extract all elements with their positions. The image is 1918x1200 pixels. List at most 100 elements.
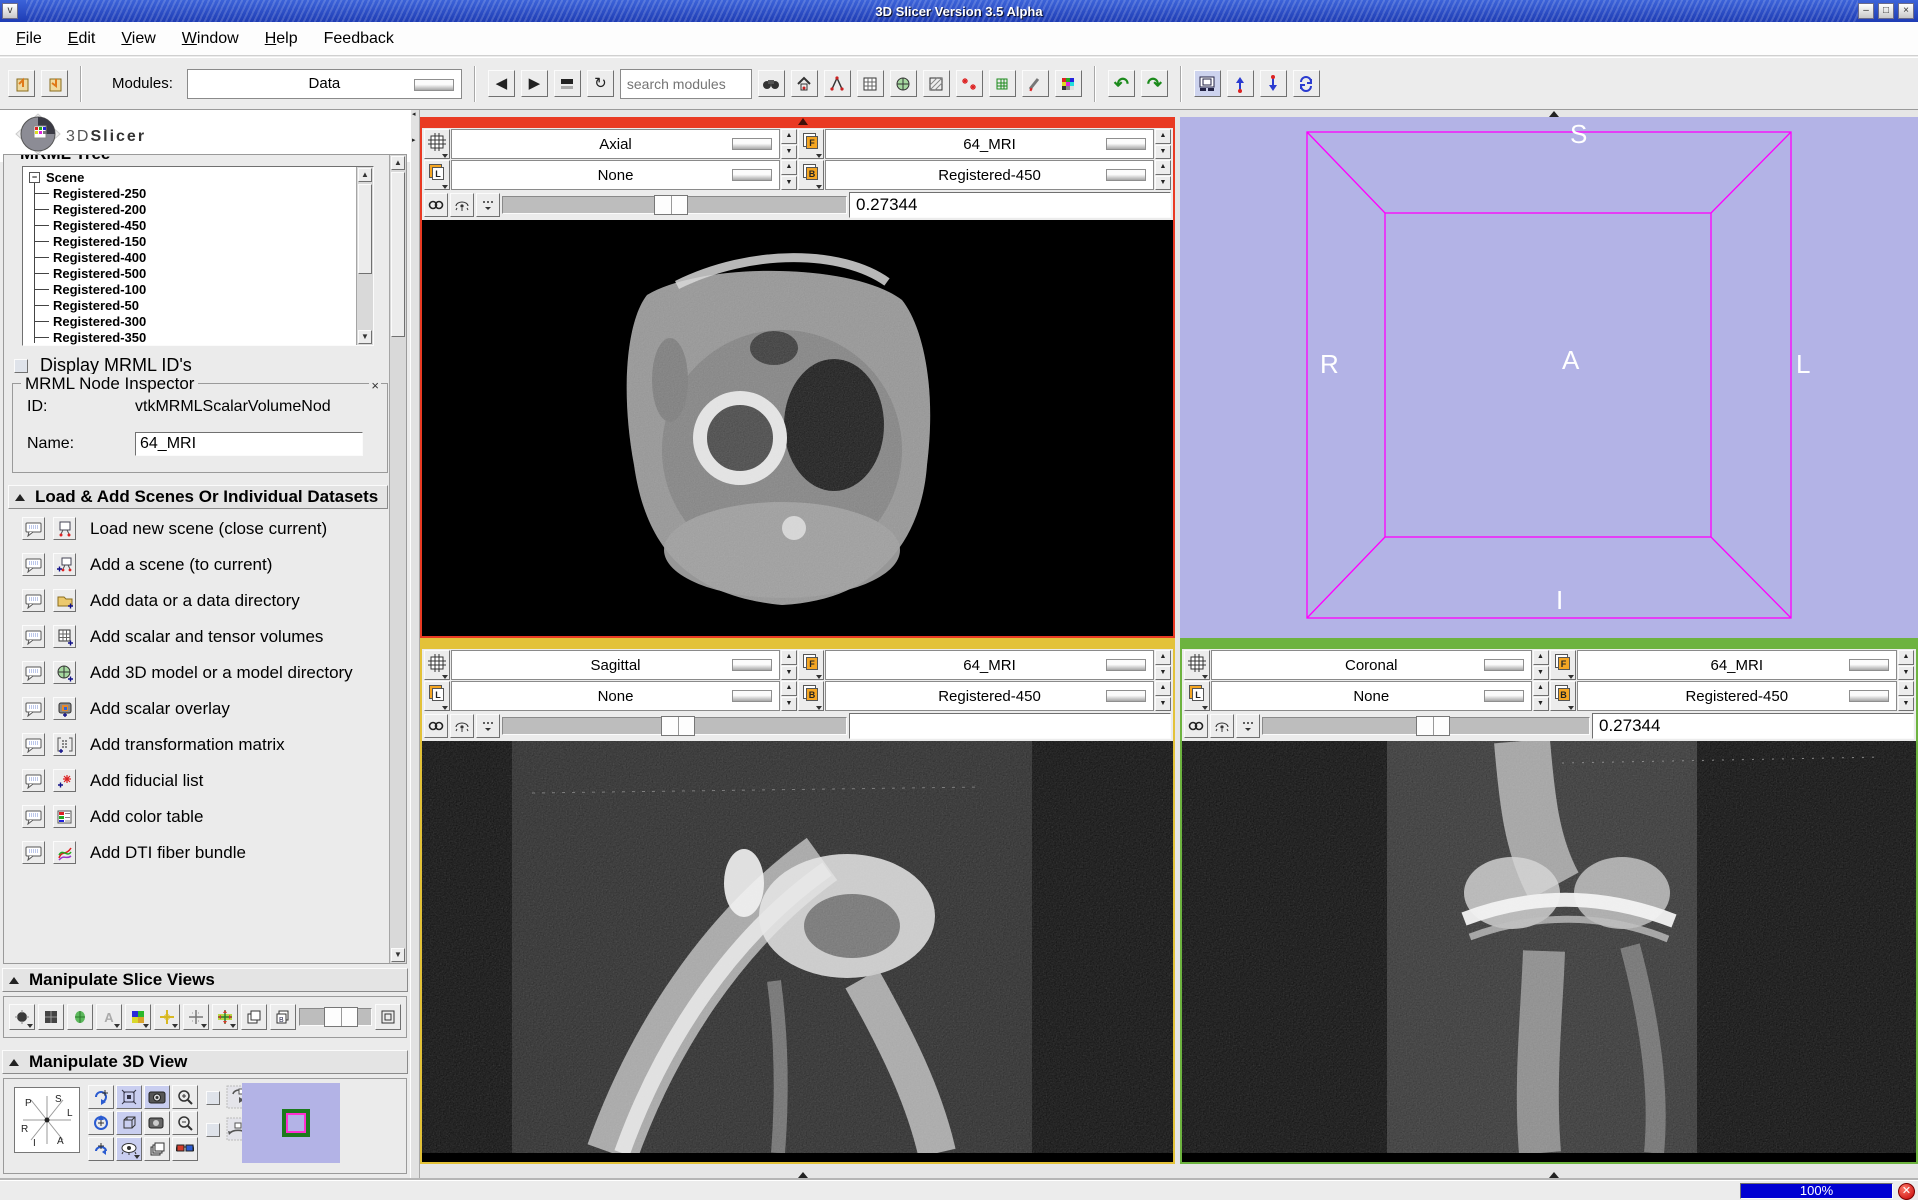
foreground-spinner[interactable]: ▲▼ <box>1898 650 1914 680</box>
scroll-up-icon[interactable]: ▲ <box>391 156 405 170</box>
visibility-button[interactable] <box>116 1137 142 1161</box>
navigation-zoom-rect[interactable] <box>282 1109 310 1137</box>
background-spinner[interactable]: ▲▼ <box>1155 160 1171 190</box>
load-row-label[interactable]: Add scalar and tensor volumes <box>90 627 323 647</box>
axial-label-dropdown[interactable]: None <box>451 160 780 190</box>
spin-checkbox[interactable] <box>206 1091 220 1105</box>
spin-up-icon[interactable]: ▲ <box>1898 681 1914 696</box>
sagittal-label-dropdown[interactable]: None <box>451 681 780 711</box>
panel-scrollbar[interactable]: ▲ ▼ <box>389 155 406 963</box>
background-layer-icon[interactable]: B <box>1550 681 1576 711</box>
sagittal-color-bar[interactable] <box>422 638 1173 649</box>
dropdown-flat-button[interactable] <box>1849 690 1889 702</box>
load-scene-button[interactable] <box>8 70 35 97</box>
dropdown-flat-button[interactable] <box>732 659 772 671</box>
coronal-slice-slider[interactable] <box>1262 717 1590 735</box>
pane-resize-strip[interactable] <box>1180 1164 1918 1178</box>
navigation-mode-button[interactable] <box>212 1004 238 1030</box>
spin-up-icon[interactable]: ▲ <box>781 681 797 696</box>
scroll-down-icon[interactable]: ▼ <box>391 948 405 962</box>
view3d-section-header[interactable]: Manipulate 3D View <box>2 1050 408 1074</box>
load-row-label[interactable]: Add scalar overlay <box>90 699 230 719</box>
compare-sync-button[interactable] <box>1293 70 1320 97</box>
label-spinner[interactable]: ▲▼ <box>781 160 797 190</box>
slice-model-visibility-button[interactable] <box>67 1004 93 1030</box>
dropdown-flat-button[interactable] <box>732 690 772 702</box>
tooltip-bubble-icon[interactable] <box>22 769 45 792</box>
add-dti-icon[interactable] <box>53 841 76 864</box>
tree-expand-icon[interactable]: − <box>29 172 40 183</box>
load-row-label[interactable]: Add 3D model or a model directory <box>90 663 353 683</box>
add-colortable-icon[interactable] <box>53 805 76 828</box>
tree-node[interactable]: Registered-150 <box>23 233 373 249</box>
slice-more-options-button[interactable] <box>476 714 500 738</box>
spin-up-icon[interactable]: ▲ <box>1155 129 1171 144</box>
dropdown-flat-button[interactable] <box>1106 659 1146 671</box>
slice-views-section-header[interactable]: Manipulate Slice Views <box>2 968 408 992</box>
pane-collapse-handle-icon[interactable] <box>1549 1172 1559 1178</box>
spin-down-icon[interactable]: ▼ <box>1155 176 1171 191</box>
load-row-label[interactable]: Add fiducial list <box>90 771 203 791</box>
spin-up-icon[interactable]: ▲ <box>781 160 797 175</box>
slice-visible-button[interactable] <box>450 193 474 217</box>
collapse-arrow-icon[interactable] <box>9 1059 19 1066</box>
load-row-label[interactable]: Add a scene (to current) <box>90 555 272 575</box>
spin-up-icon[interactable]: ▲ <box>781 129 797 144</box>
sagittal-foreground-dropdown[interactable]: 64_MRI <box>825 650 1154 680</box>
tooltip-bubble-icon[interactable] <box>22 625 45 648</box>
slice-opacity-slider[interactable] <box>299 1008 372 1026</box>
coronal-slice-offset-field[interactable]: 0.27344 <box>1592 713 1914 739</box>
dropdown-flat-button[interactable] <box>732 169 772 181</box>
navigation-preview[interactable] <box>242 1083 340 1163</box>
colors-module-button[interactable] <box>1055 70 1082 97</box>
pane-collapse-handle-icon[interactable] <box>798 118 808 125</box>
foreground-layer-icon[interactable]: F <box>1550 650 1576 680</box>
spin-down-icon[interactable]: ▼ <box>1155 666 1171 681</box>
slider-handle[interactable] <box>654 195 688 215</box>
spin-down-icon[interactable]: ▼ <box>781 145 797 160</box>
close-button[interactable]: × <box>1898 3 1914 19</box>
slice-orientation-icon[interactable] <box>424 650 450 680</box>
label-spinner[interactable]: ▲▼ <box>1533 681 1549 711</box>
pane-collapse-handle-icon[interactable] <box>798 1172 808 1178</box>
window-menu-button[interactable]: v <box>2 3 18 19</box>
module-history-button[interactable] <box>554 70 581 97</box>
axial-slice-slider[interactable] <box>502 196 847 214</box>
tree-node[interactable]: Registered-500 <box>23 265 373 281</box>
slider-handle[interactable] <box>661 716 695 736</box>
measurements-module-button[interactable] <box>824 70 851 97</box>
modules-dropdown[interactable]: Data <box>187 69 462 99</box>
inspector-name-input[interactable] <box>135 432 363 456</box>
redo-button[interactable]: ↷ <box>1141 70 1168 97</box>
collapse-left-icon[interactable]: ◂ <box>412 110 416 118</box>
tooltip-bubble-icon[interactable] <box>22 553 45 576</box>
modules-dropdown-button[interactable] <box>414 79 454 91</box>
dropdown-flat-button[interactable] <box>1106 138 1146 150</box>
slice-orientation-icon[interactable] <box>424 129 450 159</box>
axial-foreground-dropdown[interactable]: 64_MRI <box>825 129 1154 159</box>
orientation-axes-widget[interactable]: P S L R I A <box>14 1087 80 1153</box>
label-layer-icon[interactable]: L <box>1184 681 1210 711</box>
menu-help[interactable]: Help <box>265 30 298 48</box>
spin-down-icon[interactable]: ▼ <box>781 666 797 681</box>
spin-down-icon[interactable]: ▼ <box>781 697 797 712</box>
tree-node[interactable]: Registered-50 <box>23 297 373 313</box>
dropdown-flat-button[interactable] <box>732 138 772 150</box>
dropdown-flat-button[interactable] <box>1106 169 1146 181</box>
orientation-spinner[interactable]: ▲▼ <box>781 129 797 159</box>
roi-module-button[interactable] <box>989 70 1016 97</box>
spin-up-icon[interactable]: ▲ <box>1533 681 1549 696</box>
background-layer-icon[interactable]: B <box>798 160 824 190</box>
add-scene-icon[interactable] <box>53 553 76 576</box>
orientation-spinner[interactable]: ▲▼ <box>781 650 797 680</box>
tooltip-bubble-icon[interactable] <box>22 517 45 540</box>
menu-view[interactable]: View <box>121 30 155 48</box>
zoom-in-button[interactable] <box>172 1085 198 1109</box>
load-row-label[interactable]: Add transformation matrix <box>90 735 285 755</box>
transforms-module-button[interactable] <box>923 70 950 97</box>
menu-feedback[interactable]: Feedback <box>324 30 394 48</box>
spin-up-icon[interactable]: ▲ <box>1155 681 1171 696</box>
spin-down-icon[interactable]: ▼ <box>1155 145 1171 160</box>
background-layer-icon[interactable]: B <box>798 681 824 711</box>
slice-visibility-button[interactable] <box>9 1004 35 1030</box>
